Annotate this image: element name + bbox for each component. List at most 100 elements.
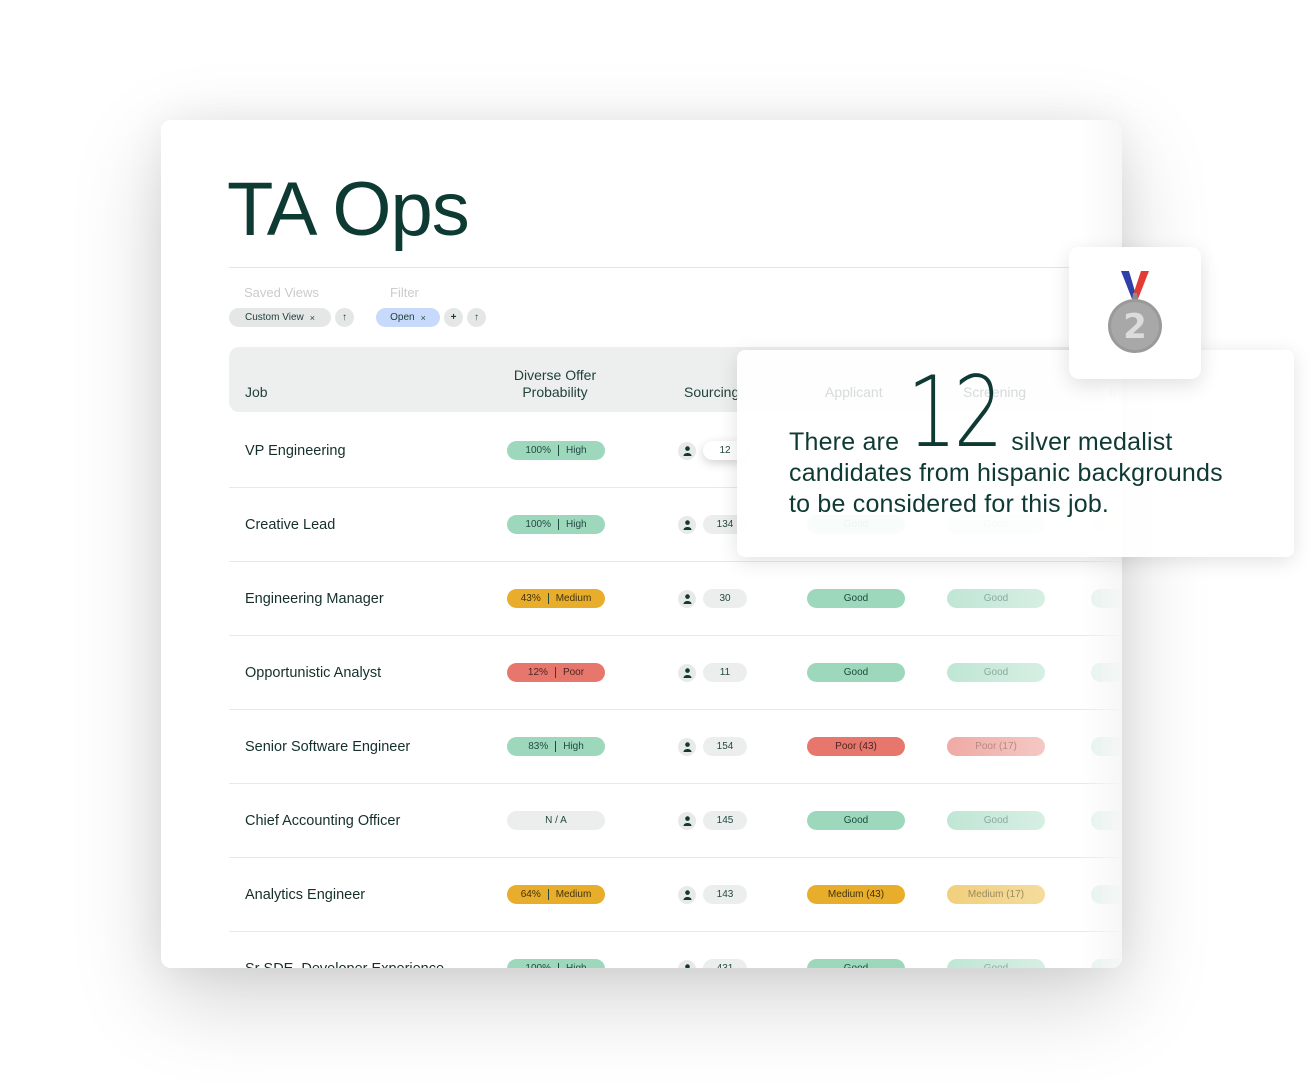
job-title[interactable]: Chief Accounting Officer — [245, 784, 400, 858]
header-sourcing[interactable]: Sourcing — [684, 384, 739, 401]
person-icon-badge — [678, 664, 696, 682]
probability-value: N / A — [545, 815, 567, 826]
insight-message: There are silver medalist candidates from… — [789, 427, 1279, 520]
probability-level: High — [566, 445, 587, 456]
sourcing-count[interactable]: 145 — [703, 811, 747, 830]
probability-percent: 100% — [525, 519, 551, 530]
plus-icon: + — [450, 312, 457, 323]
sourcing-count[interactable]: 143 — [703, 885, 747, 904]
medal-number: 2 — [1123, 307, 1147, 347]
sourcing-count[interactable]: 11 — [703, 663, 747, 682]
remove-filter-icon[interactable]: × — [421, 313, 426, 323]
person-icon — [683, 446, 691, 456]
filter-sort-button[interactable]: ↑ — [467, 308, 486, 327]
header-probability-line1: Diverse Offer — [513, 367, 597, 383]
applicant-status-pill: Good — [807, 663, 905, 682]
arrow-up-icon: ↑ — [474, 312, 479, 323]
insight-popup: Applicant Screening 12 There are silver m… — [737, 350, 1294, 557]
probability-level: High — [563, 741, 584, 752]
probability-percent: 12% — [527, 667, 548, 678]
screening-status-pill: Good — [947, 811, 1045, 830]
table-row[interactable]: Analytics Engineer 64% Medium 143 Medium (43… — [229, 858, 1122, 932]
interview-status-pill — [1091, 959, 1122, 968]
sourcing-count[interactable]: 154 — [703, 737, 747, 756]
sourcing-count[interactable]: 30 — [703, 589, 747, 608]
probability-level: Medium — [555, 889, 592, 900]
arrow-up-icon: ↑ — [342, 312, 347, 323]
person-icon — [683, 594, 691, 604]
probability-pill: 100% High — [507, 515, 605, 534]
screening-status-pill: Good — [947, 959, 1045, 968]
sourcing-count[interactable]: 431 — [703, 959, 747, 968]
insight-text-after: silver medalist — [1011, 428, 1173, 456]
job-title[interactable]: Senior Software Engineer — [245, 710, 410, 784]
job-title[interactable]: Analytics Engineer — [245, 858, 365, 932]
add-filter-button[interactable]: + — [444, 308, 463, 327]
person-icon-badge — [678, 590, 696, 608]
interview-status-pill — [1091, 811, 1122, 830]
probability-percent: 43% — [520, 593, 541, 604]
probability-percent: 64% — [520, 889, 541, 900]
job-title[interactable]: Engineering Manager — [245, 562, 384, 636]
probability-pill: N / A — [507, 811, 605, 830]
pill-separator — [555, 741, 557, 752]
person-icon — [683, 668, 691, 678]
job-title[interactable]: Opportunistic Analyst — [245, 636, 381, 710]
person-icon-badge — [678, 442, 696, 460]
interview-status-pill — [1091, 663, 1122, 682]
table-row[interactable]: Engineering Manager 43% Medium 30 Good Good — [229, 562, 1122, 636]
header-probability[interactable]: Diverse Offer Probability — [485, 367, 625, 401]
pill-separator — [547, 593, 549, 604]
job-title[interactable]: VP Engineering — [245, 414, 346, 488]
person-icon-badge — [678, 960, 696, 968]
header-job[interactable]: Job — [245, 384, 268, 401]
person-icon — [683, 742, 691, 752]
table-row[interactable]: Senior Software Engineer 83% High 154 Poor (… — [229, 710, 1122, 784]
person-icon-badge — [678, 738, 696, 756]
probability-pill: 12% Poor — [507, 663, 605, 682]
person-icon — [683, 520, 691, 530]
screening-status-pill: Medium (17) — [947, 885, 1045, 904]
probability-percent: 100% — [525, 445, 551, 456]
insight-text-before: There are — [789, 428, 900, 456]
probability-percent: 83% — [528, 741, 549, 752]
probability-level: High — [566, 963, 587, 968]
probability-level: Medium — [555, 593, 592, 604]
probability-percent: 100% — [525, 963, 551, 968]
person-icon-badge — [678, 886, 696, 904]
probability-level: Poor — [562, 667, 585, 678]
medal-badge: 2 — [1069, 247, 1201, 379]
probability-pill: 83% High — [507, 737, 605, 756]
screening-status-pill: Good — [947, 663, 1045, 682]
remove-saved-view-icon[interactable]: × — [310, 313, 315, 323]
page-title: TA Ops — [227, 167, 470, 252]
person-icon-badge — [678, 516, 696, 534]
probability-pill: 43% Medium — [507, 589, 605, 608]
table-row[interactable]: Chief Accounting Officer N / A 145 Good Good — [229, 784, 1122, 858]
probability-level: High — [566, 519, 587, 530]
interview-status-pill: ( — [1091, 885, 1122, 904]
saved-view-chip[interactable]: Custom View × — [229, 308, 331, 327]
filter-chip-open[interactable]: Open × — [376, 308, 440, 327]
person-icon — [683, 890, 691, 900]
saved-views-label: Saved Views — [244, 285, 319, 300]
job-title[interactable]: Sr SDE, Developer Experience — [245, 932, 444, 968]
applicant-status-pill: Medium (43) — [807, 885, 905, 904]
header-probability-line2: Probability — [522, 384, 588, 400]
insight-text-line3: to be considered for this job. — [789, 490, 1110, 518]
insight-text-line2: candidates from hispanic backgrounds — [789, 459, 1223, 487]
applicant-status-pill: Good — [807, 811, 905, 830]
job-title[interactable]: Creative Lead — [245, 488, 335, 562]
silver-medal-icon: 2 — [1108, 271, 1162, 353]
probability-pill: 100% High — [507, 959, 605, 968]
filter-label: Filter — [390, 285, 419, 300]
applicant-status-pill: Good — [807, 959, 905, 968]
title-divider — [229, 267, 1122, 268]
pill-separator — [547, 889, 549, 900]
table-row[interactable]: Opportunistic Analyst 12% Poor 11 Good Good — [229, 636, 1122, 710]
probability-pill: 100% High — [507, 441, 605, 460]
saved-views-sort-button[interactable]: ↑ — [335, 308, 354, 327]
ghost-header-applicant: Applicant — [825, 384, 883, 400]
person-icon — [684, 964, 690, 968]
table-row[interactable]: Sr SDE, Developer Experience 100% High 431 G… — [229, 932, 1122, 968]
